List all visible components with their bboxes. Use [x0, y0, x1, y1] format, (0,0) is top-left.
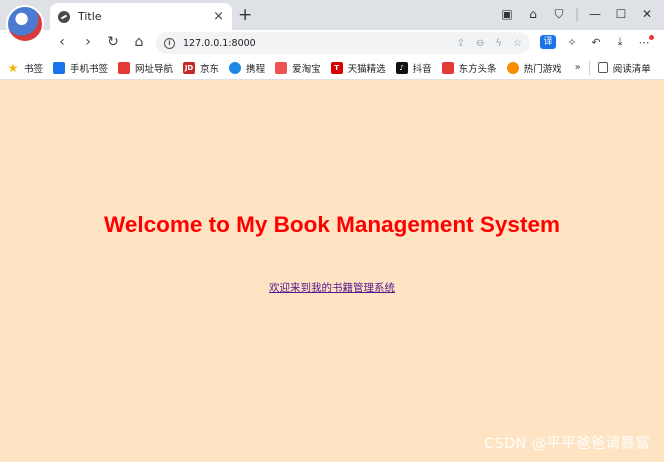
bookmark-label: 天猫精选: [347, 63, 386, 75]
share-icon[interactable]: ⇪: [457, 38, 465, 49]
lightning-icon[interactable]: ϟ: [495, 38, 502, 49]
welcome-link[interactable]: 欢迎来到我的书籍管理系统: [0, 280, 664, 295]
bookmark-item[interactable]: ★ 书签: [7, 61, 43, 75]
omnibox-actions: ⇪ ⊖ ϟ ☆: [457, 38, 522, 49]
bookmark-label: 爱淘宝: [292, 63, 321, 75]
tmall-icon: T: [330, 61, 343, 74]
bookmark-label: 携程: [246, 63, 266, 75]
jd-icon: JD: [183, 61, 196, 74]
tab-strip: Title × + ▣ ⌂ ⛉ | — ☐ ✕: [0, 0, 664, 43]
bookmark-star-icon[interactable]: ☆: [513, 38, 522, 49]
download-icon[interactable]: ⤓: [612, 35, 628, 49]
reading-list[interactable]: 阅读清单: [597, 61, 651, 75]
bookmark-item[interactable]: JD 京东: [183, 61, 219, 75]
bookmark-label: 抖音: [412, 63, 432, 75]
divider: |: [574, 7, 580, 21]
site-info-icon[interactable]: i: [164, 37, 175, 49]
bookmark-label: 京东: [200, 63, 220, 75]
address-toolbar: ‹ › ↻ ⌂ i 127.0.0.1:8000 ⇪ ⊖ ϟ ☆ 译 ✧ ↶ ⤓…: [0, 30, 664, 56]
tab-search-icon[interactable]: ▣: [496, 4, 518, 24]
nav-icon: [118, 61, 131, 74]
bookmark-label: 网址导航: [135, 63, 174, 75]
reading-list-label: 阅读清单: [612, 63, 651, 75]
home-icon[interactable]: ⌂: [130, 34, 148, 50]
forward-icon[interactable]: ›: [79, 34, 97, 50]
bookmark-item[interactable]: 手机书签: [53, 61, 108, 75]
page-heading: Welcome to My Book Management System: [104, 212, 560, 237]
tab-title: Title: [78, 10, 102, 23]
minimize-icon[interactable]: —: [584, 4, 606, 24]
undo-icon[interactable]: ↶: [588, 36, 604, 49]
url-text[interactable]: 127.0.0.1:8000: [183, 38, 457, 49]
bookmark-label: 热门游戏: [523, 63, 562, 75]
profile-avatar[interactable]: [6, 5, 44, 43]
bookmark-item[interactable]: 网址导航: [118, 61, 173, 75]
shirt-icon[interactable]: ⛉: [548, 4, 570, 24]
reading-list-icon: [597, 62, 608, 73]
tab-favicon-icon: [58, 10, 70, 23]
bookmark-label: 书签: [24, 63, 44, 75]
page-content: Welcome to My Book Management System 欢迎来…: [0, 80, 664, 462]
phone-icon: [53, 61, 66, 74]
toutiao-icon: [441, 61, 454, 74]
browser-tab[interactable]: Title ×: [50, 3, 232, 30]
new-tab-button[interactable]: +: [238, 5, 252, 25]
extensions-icon[interactable]: ✧: [564, 36, 580, 49]
bookmark-item[interactable]: ♪ 抖音: [395, 61, 432, 75]
game-controller-icon[interactable]: ⌂: [522, 4, 544, 24]
notification-dot: [649, 35, 654, 40]
bookmark-item[interactable]: 热门游戏: [506, 61, 562, 75]
back-icon[interactable]: ‹: [53, 34, 71, 50]
douyin-icon: ♪: [395, 61, 408, 74]
bookmark-item[interactable]: 携程: [229, 61, 265, 75]
window-close-icon[interactable]: ✕: [636, 4, 658, 24]
zoom-icon[interactable]: ⊖: [476, 38, 484, 49]
divider: [588, 60, 590, 75]
bookmark-label: 手机书签: [70, 63, 109, 75]
translate-icon[interactable]: 译: [540, 35, 556, 49]
star-icon: ★: [7, 60, 19, 75]
bookmarks-overflow-button[interactable]: »: [575, 62, 581, 73]
bookmark-item[interactable]: 爱淘宝: [275, 61, 321, 75]
bookmark-item[interactable]: 东方头条: [441, 61, 497, 75]
window-controls: ▣ ⌂ ⛉ | — ☐ ✕: [496, 4, 658, 24]
bookmark-label: 东方头条: [458, 63, 497, 75]
game-icon: [506, 61, 519, 74]
ctrip-icon: [229, 61, 242, 74]
maximize-icon[interactable]: ☐: [610, 4, 632, 24]
tab-close-icon[interactable]: ×: [213, 9, 224, 24]
reload-icon[interactable]: ↻: [104, 34, 122, 50]
taobao-icon: [275, 61, 288, 74]
address-bar[interactable]: i 127.0.0.1:8000 ⇪ ⊖ ϟ ☆: [156, 32, 530, 54]
bookmarks-bar: ★ 书签 手机书签 网址导航 JD 京东 携程 爱淘宝 T 天猫精选 ♪ 抖音 …: [0, 56, 664, 80]
bookmark-item[interactable]: T 天猫精选: [330, 61, 386, 75]
csdn-watermark: CSDN @平平爸爸请暴富: [484, 436, 650, 452]
toolbar-actions: 译 ✧ ↶ ⤓ ⋯: [540, 35, 652, 49]
